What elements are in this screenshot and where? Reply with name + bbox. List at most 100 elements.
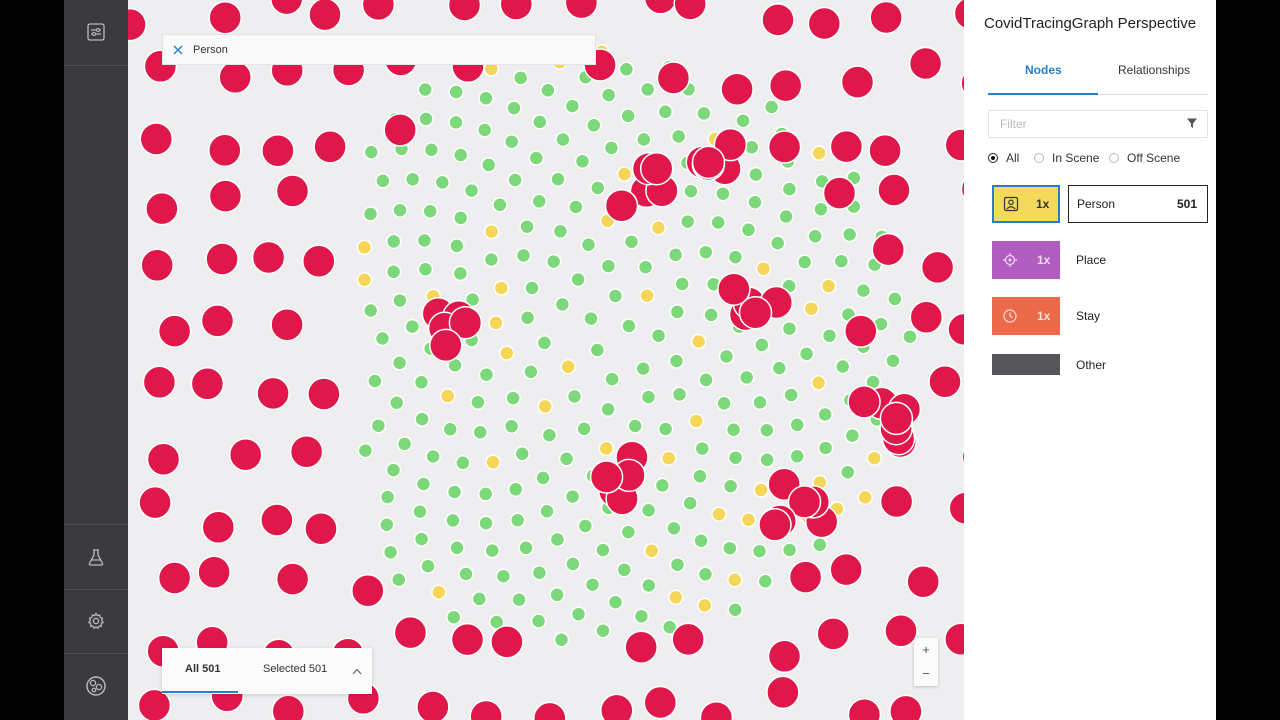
place-node[interactable] bbox=[503, 133, 520, 150]
place-node[interactable] bbox=[640, 389, 657, 405]
person-node[interactable] bbox=[218, 60, 252, 95]
person-node[interactable] bbox=[844, 314, 878, 348]
place-node[interactable] bbox=[607, 594, 624, 610]
place-node[interactable] bbox=[637, 259, 654, 275]
place-node[interactable] bbox=[604, 371, 620, 387]
place-node[interactable] bbox=[413, 374, 430, 391]
person-node[interactable] bbox=[947, 312, 964, 347]
place-node[interactable] bbox=[600, 401, 616, 418]
place-node[interactable] bbox=[789, 417, 805, 433]
tab-all[interactable]: All 501 bbox=[185, 663, 220, 675]
person-node[interactable] bbox=[869, 0, 903, 35]
place-node[interactable] bbox=[404, 171, 421, 188]
stay-node[interactable] bbox=[650, 219, 667, 236]
stay-node[interactable] bbox=[643, 543, 660, 559]
place-node[interactable] bbox=[564, 98, 581, 114]
place-node[interactable] bbox=[771, 360, 788, 376]
place-node[interactable] bbox=[640, 502, 657, 519]
place-node[interactable] bbox=[555, 131, 571, 148]
place-node[interactable] bbox=[445, 512, 461, 529]
person-node[interactable] bbox=[643, 0, 678, 15]
place-node[interactable] bbox=[379, 489, 396, 505]
place-node[interactable] bbox=[362, 206, 379, 222]
place-node[interactable] bbox=[553, 632, 570, 648]
place-node[interactable] bbox=[382, 544, 399, 561]
place-node[interactable] bbox=[422, 203, 438, 219]
person-node[interactable] bbox=[469, 699, 503, 720]
place-node[interactable] bbox=[423, 142, 440, 158]
place-node[interactable] bbox=[722, 540, 738, 556]
place-node[interactable] bbox=[738, 369, 755, 386]
person-node[interactable] bbox=[948, 491, 964, 525]
person-node[interactable] bbox=[351, 573, 385, 608]
person-node[interactable] bbox=[270, 0, 304, 16]
person-node[interactable] bbox=[416, 690, 450, 720]
graph-canvas[interactable]: Person All 501 Selected 501 + − bbox=[128, 0, 964, 720]
place-node[interactable] bbox=[549, 587, 565, 603]
place-node[interactable] bbox=[514, 446, 530, 462]
place-node[interactable] bbox=[650, 327, 667, 344]
place-node[interactable] bbox=[668, 353, 685, 369]
clear-search-button[interactable] bbox=[163, 45, 193, 55]
person-node[interactable] bbox=[564, 0, 599, 20]
person-node[interactable] bbox=[788, 560, 823, 594]
place-node[interactable] bbox=[425, 448, 441, 465]
person-node[interactable] bbox=[157, 561, 192, 595]
place-node[interactable] bbox=[710, 214, 726, 231]
place-node[interactable] bbox=[583, 310, 599, 327]
place-node[interactable] bbox=[550, 171, 566, 188]
place-node[interactable] bbox=[654, 477, 671, 494]
place-node[interactable] bbox=[416, 232, 433, 249]
stay-node[interactable] bbox=[439, 388, 456, 404]
stay-node[interactable] bbox=[356, 272, 373, 288]
place-node[interactable] bbox=[817, 440, 834, 456]
place-node[interactable] bbox=[641, 577, 657, 594]
settings-button[interactable] bbox=[64, 589, 128, 653]
stay-node[interactable] bbox=[811, 145, 827, 161]
stay-node[interactable] bbox=[639, 287, 655, 304]
person-node[interactable] bbox=[208, 179, 243, 213]
place-node[interactable] bbox=[757, 573, 774, 590]
place-node[interactable] bbox=[697, 566, 714, 583]
person-node[interactable] bbox=[909, 300, 944, 334]
place-node[interactable] bbox=[478, 90, 494, 106]
place-node[interactable] bbox=[515, 247, 532, 264]
person-node[interactable] bbox=[879, 401, 914, 436]
stay-node[interactable] bbox=[857, 489, 873, 506]
place-node[interactable] bbox=[621, 318, 637, 334]
place-node[interactable] bbox=[633, 608, 650, 625]
scope-all-option[interactable]: All bbox=[988, 151, 1019, 165]
place-node[interactable] bbox=[727, 249, 744, 265]
place-node[interactable] bbox=[420, 558, 436, 574]
place-node[interactable] bbox=[471, 591, 488, 607]
place-style-button[interactable]: 1x bbox=[992, 241, 1060, 279]
place-node[interactable] bbox=[511, 591, 527, 608]
person-node[interactable] bbox=[766, 675, 800, 710]
stay-node[interactable] bbox=[431, 584, 447, 600]
place-node[interactable] bbox=[813, 201, 829, 217]
scope-off-scene-option[interactable]: Off Scene bbox=[1109, 151, 1180, 165]
place-node[interactable] bbox=[735, 112, 751, 129]
person-node[interactable] bbox=[906, 564, 940, 599]
person-node[interactable] bbox=[758, 508, 792, 542]
place-node[interactable] bbox=[600, 87, 617, 103]
place-node[interactable] bbox=[885, 352, 901, 369]
place-node[interactable] bbox=[570, 606, 587, 622]
person-node[interactable] bbox=[920, 250, 955, 285]
place-node[interactable] bbox=[362, 302, 379, 319]
place-node[interactable] bbox=[518, 540, 534, 556]
place-node[interactable] bbox=[752, 394, 768, 411]
place-node[interactable] bbox=[470, 394, 486, 410]
place-node[interactable] bbox=[887, 291, 903, 307]
person-node[interactable] bbox=[302, 244, 336, 278]
experiments-button[interactable] bbox=[64, 525, 128, 589]
place-node[interactable] bbox=[682, 495, 698, 511]
place-node[interactable] bbox=[503, 418, 520, 435]
person-node[interactable] bbox=[840, 65, 875, 99]
place-node[interactable] bbox=[694, 440, 711, 457]
stay-node[interactable] bbox=[560, 359, 576, 375]
person-node[interactable] bbox=[139, 122, 174, 156]
stay-node[interactable] bbox=[499, 345, 515, 361]
place-node[interactable] bbox=[506, 100, 522, 116]
place-node[interactable] bbox=[667, 247, 684, 263]
